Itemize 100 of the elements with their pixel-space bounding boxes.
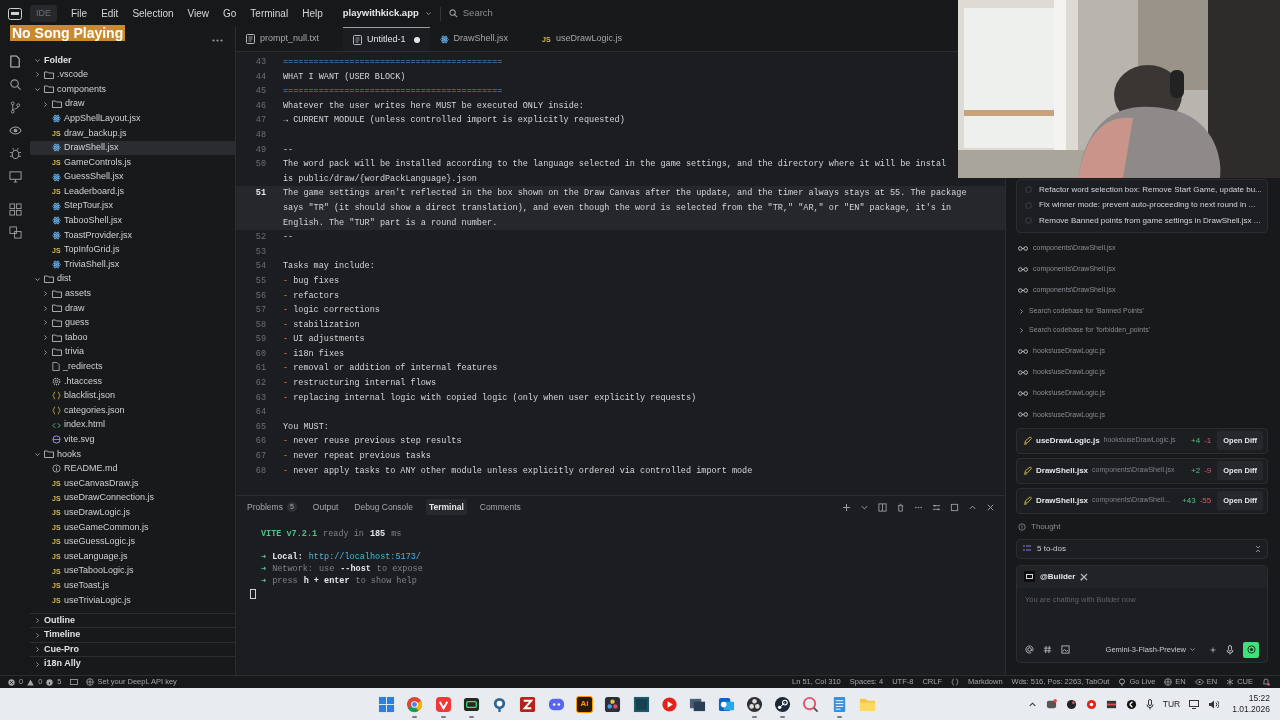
tree-item[interactable]: .vscode (30, 67, 235, 83)
menu-item[interactable]: Help (302, 6, 323, 21)
tree-item[interactable]: dist (30, 271, 235, 287)
todos-bar[interactable]: 5 to-dos (1016, 538, 1268, 559)
tree-item[interactable]: TabooShell.jsx (30, 213, 235, 229)
maximize-icon[interactable] (950, 502, 959, 512)
language-indicator[interactable]: TUR (1162, 697, 1181, 711)
tree-item[interactable]: draw (30, 301, 235, 316)
sidebar-section[interactable]: Cue-Pro (30, 641, 235, 657)
sidebar-section[interactable]: i18n Ally (30, 656, 235, 671)
app-icon[interactable] (632, 695, 650, 713)
editor-tab[interactable]: DrawShell.jsx (429, 27, 533, 51)
tree-item[interactable]: README.md (30, 461, 235, 477)
close-icon[interactable] (986, 502, 995, 512)
eye-icon[interactable] (8, 124, 22, 137)
search-field[interactable]: Search (462, 6, 613, 21)
at-icon[interactable] (1025, 645, 1034, 655)
tree-item[interactable]: vite.svg (30, 432, 235, 448)
bell-icon[interactable] (1262, 678, 1270, 686)
tree-item[interactable]: blacklist.json (30, 388, 235, 404)
thought-label[interactable]: Thought (1031, 520, 1061, 533)
tree-item[interactable]: AppShellLayout.jsx (30, 111, 235, 126)
record-button[interactable] (1243, 641, 1259, 658)
record-app-icon[interactable] (745, 695, 763, 713)
mail-icon[interactable] (717, 695, 735, 713)
file-name[interactable]: useDrawLogic.js (1036, 434, 1100, 447)
more-icon[interactable] (212, 38, 223, 42)
file-name[interactable]: DrawShell.jsx (1036, 494, 1089, 507)
menu-item[interactable]: File (71, 6, 88, 21)
file-name[interactable]: DrawShell.jsx (1036, 464, 1089, 477)
tree-item[interactable]: guess (30, 315, 235, 331)
tree-item[interactable]: TriviaShell.jsx (30, 257, 235, 272)
editor-tab[interactable]: prompt_null.txt (236, 27, 344, 51)
panel-tab[interactable]: Terminal (425, 498, 467, 516)
warning-icon[interactable] (27, 678, 35, 686)
microphone-icon[interactable] (1145, 698, 1154, 710)
tree-item[interactable]: draw (30, 96, 235, 112)
chevron-up-icon[interactable] (1027, 699, 1037, 709)
braces-icon[interactable] (951, 678, 959, 686)
agent-mention[interactable]: @Builder (1040, 570, 1076, 583)
tree-item[interactable]: components (30, 82, 235, 97)
sliders-icon[interactable] (932, 502, 941, 512)
extensions-icon[interactable] (8, 203, 22, 216)
tree-item[interactable]: Folder (30, 53, 235, 68)
tree-item[interactable]: GuessShell.jsx (30, 169, 235, 185)
collapse-icon[interactable] (1255, 544, 1261, 553)
panel-tab[interactable]: Debug Console (351, 498, 416, 516)
error-icon[interactable] (8, 678, 15, 686)
branch-icon[interactable] (8, 101, 22, 114)
display-icon[interactable] (1189, 699, 1200, 709)
search-icon[interactable] (8, 78, 22, 91)
app-logo-icon[interactable] (8, 7, 22, 20)
split-icon[interactable] (878, 502, 887, 512)
editor-tab[interactable]: Untitled-1 (343, 27, 430, 51)
panel-tab[interactable]: Output (309, 498, 342, 516)
panel-tab[interactable]: Comments (476, 498, 524, 516)
windows-icon[interactable] (378, 695, 395, 713)
terminal-link[interactable]: http://localhost:5173/ (308, 551, 421, 563)
tray-app-icon[interactable] (1065, 698, 1077, 710)
tree-item[interactable]: hooks (30, 447, 235, 462)
bug-icon[interactable] (8, 147, 22, 160)
menu-item[interactable]: Selection (132, 6, 174, 21)
trash-icon[interactable] (896, 502, 905, 512)
monitor-icon[interactable] (8, 170, 22, 183)
game-app-icon[interactable] (774, 695, 792, 713)
info-icon[interactable] (46, 678, 54, 686)
app-icon[interactable] (519, 695, 537, 713)
terminal-icon[interactable] (462, 695, 480, 713)
speaker-icon[interactable] (1208, 699, 1220, 709)
menu-item[interactable]: Go (223, 6, 237, 21)
app-icon[interactable] (604, 695, 622, 713)
tree-item[interactable]: trivia (30, 344, 235, 360)
lens-icon[interactable] (802, 695, 820, 713)
microphone-icon[interactable] (1226, 644, 1234, 655)
clock[interactable]: 15:22 1.01.2026 (1232, 693, 1270, 715)
add-icon[interactable] (842, 502, 851, 512)
tree-item[interactable]: assets (30, 286, 235, 302)
browser-icon[interactable] (434, 695, 452, 713)
project-switcher[interactable]: playwithkick.app (342, 6, 432, 21)
menu-item[interactable]: View (187, 6, 209, 21)
tree-item[interactable]: _redirects (30, 359, 235, 375)
image-icon[interactable] (1061, 645, 1070, 655)
sidebar-section[interactable]: Timeline (30, 627, 235, 642)
app-icon[interactable]: Ai (576, 695, 594, 713)
comment-icon[interactable] (69, 678, 78, 686)
tray-app-icon[interactable] (1125, 698, 1137, 710)
sidebar-section[interactable]: Outline (30, 612, 235, 628)
menu-item[interactable]: Terminal (250, 6, 289, 21)
tree-item[interactable]: StepTour.jsx (30, 198, 235, 214)
remote-icon[interactable] (8, 226, 22, 239)
menu-item[interactable]: Edit (101, 6, 119, 21)
tree-item[interactable]: ToastProvider.jsx (30, 228, 235, 243)
sparkle-icon[interactable] (1209, 645, 1217, 654)
tree-item[interactable]: DrawShell.jsx (30, 140, 235, 156)
hash-icon[interactable] (1043, 645, 1052, 655)
play-icon[interactable] (660, 695, 678, 713)
browser-icon[interactable] (406, 695, 424, 713)
tree-item[interactable]: .htaccess (30, 374, 235, 389)
files-icon[interactable] (8, 55, 22, 68)
tree-item[interactable]: taboo (30, 330, 235, 345)
